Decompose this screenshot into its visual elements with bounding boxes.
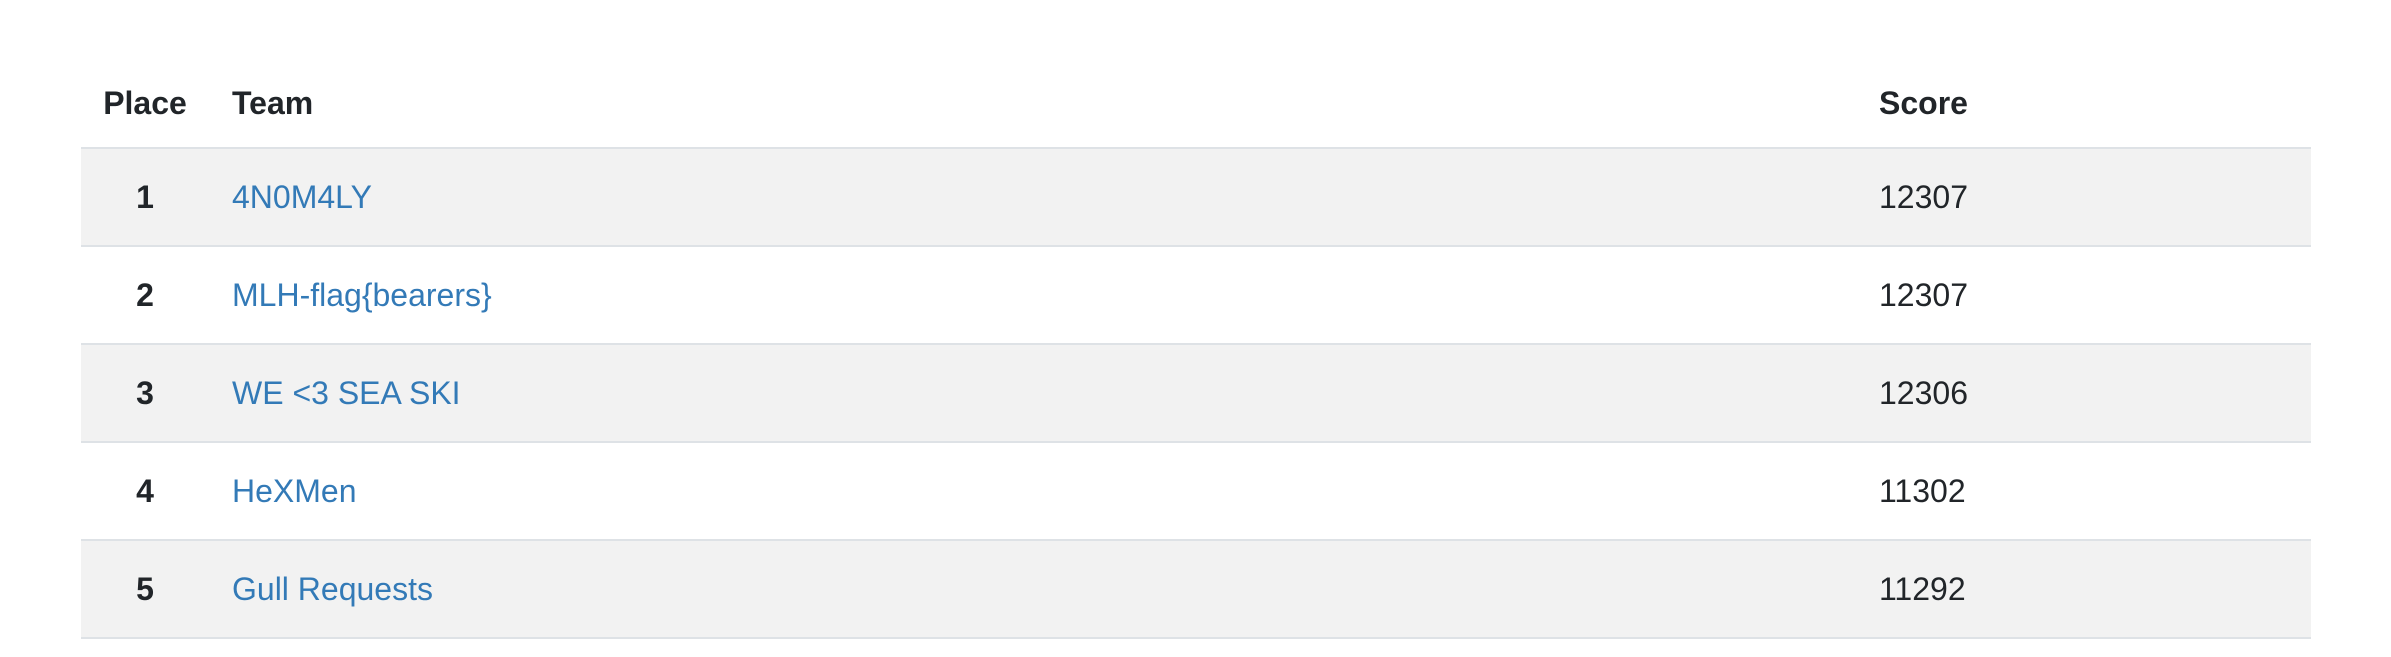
team-cell: Gull Requests <box>232 571 1879 608</box>
table-row: 2 MLH-flag{bearers} 12307 <box>81 247 2311 345</box>
team-cell: HeXMen <box>232 473 1879 510</box>
score-cell: 11302 <box>1879 472 1966 509</box>
place-cell: 4 <box>136 472 154 509</box>
team-cell: 4N0M4LY <box>232 179 1879 216</box>
place-cell: 1 <box>136 178 154 215</box>
header-team[interactable]: Team <box>232 85 1879 122</box>
header-score[interactable]: Score <box>1879 85 2311 122</box>
scoreboard-table: Place Team Score 1 4N0M4LY 12307 2 MLH-f… <box>81 60 2311 639</box>
team-link[interactable]: HeXMen <box>232 473 357 509</box>
score-cell: 12307 <box>1879 178 1968 215</box>
team-link[interactable]: MLH-flag{bearers} <box>232 277 492 313</box>
place-cell: 5 <box>136 570 154 607</box>
team-cell: WE <3 SEA SKI <box>232 375 1879 412</box>
table-row: 5 Gull Requests 11292 <box>81 541 2311 639</box>
table-row: 4 HeXMen 11302 <box>81 443 2311 541</box>
score-cell: 12307 <box>1879 276 1968 313</box>
team-cell: MLH-flag{bearers} <box>232 277 1879 314</box>
header-place[interactable]: Place <box>81 85 232 122</box>
team-link[interactable]: 4N0M4LY <box>232 179 372 215</box>
score-cell: 12306 <box>1879 374 1968 411</box>
table-header: Place Team Score <box>81 60 2311 149</box>
team-link[interactable]: Gull Requests <box>232 571 433 607</box>
table-row: 3 WE <3 SEA SKI 12306 <box>81 345 2311 443</box>
table-row: 1 4N0M4LY 12307 <box>81 149 2311 247</box>
score-cell: 11292 <box>1879 570 1966 607</box>
place-cell: 3 <box>136 374 154 411</box>
team-link[interactable]: WE <3 SEA SKI <box>232 375 461 411</box>
place-cell: 2 <box>136 276 154 313</box>
